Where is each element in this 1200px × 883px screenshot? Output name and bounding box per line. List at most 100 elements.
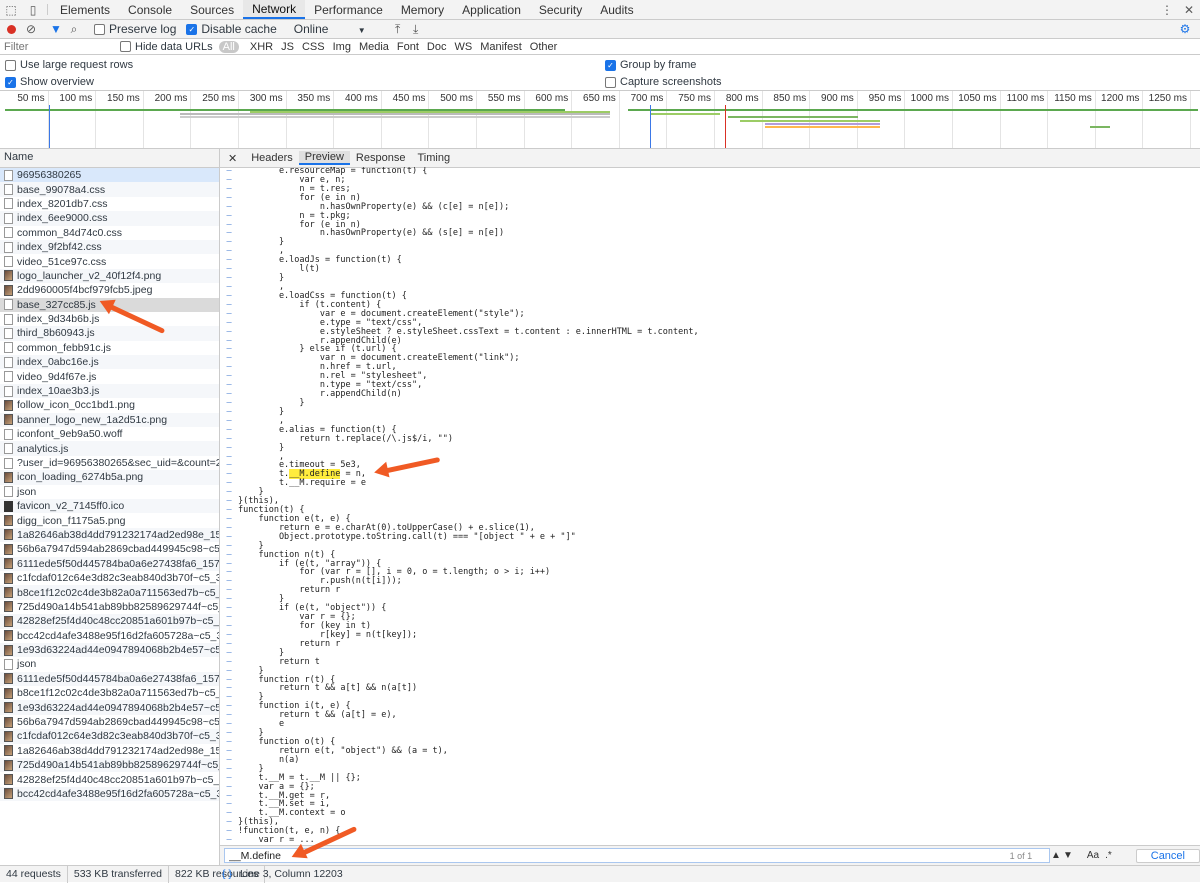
request-row[interactable]: json [0,485,219,499]
filter-input[interactable] [4,39,116,54]
filter-type-js[interactable]: JS [277,41,298,53]
request-row[interactable]: favicon_v2_7145ff0.ico [0,498,219,514]
checkbox-box[interactable] [605,76,616,88]
request-row[interactable]: 42828ef25f4d40c48cc20851a601b97b~c5_300x… [0,772,219,786]
filter-type-ws[interactable]: WS [450,41,476,53]
regex-button[interactable]: .* [1105,850,1112,861]
tab-preview[interactable]: Preview [298,151,350,165]
request-row[interactable]: follow_icon_0cc1bd1.png [0,398,219,412]
record-icon[interactable] [7,24,16,34]
filter-type-doc[interactable]: Doc [423,41,451,53]
settings-gear-icon[interactable]: ⚙ [1176,20,1194,38]
checkbox-box[interactable] [120,41,131,52]
tab-security[interactable]: Security [530,0,591,19]
search-input[interactable] [224,848,1050,863]
device-toolbar-icon[interactable]: ▯ [22,0,44,19]
request-row[interactable]: index_8201db7.css [0,197,219,211]
request-row[interactable]: 56b6a7947d594ab2869cbad449945c98~c5_300x… [0,542,219,556]
tab-console[interactable]: Console [119,0,181,19]
name-column-header[interactable]: Name [0,149,219,168]
tab-response[interactable]: Response [350,152,412,164]
request-row[interactable]: icon_loading_6274b5a.png [0,470,219,485]
filter-icon[interactable]: ▼ [47,20,65,38]
filter-type-font[interactable]: Font [393,41,423,53]
checkbox-box[interactable]: ✓ [5,76,16,88]
request-row[interactable]: 96956380265 [0,168,219,183]
disable-cache-checkbox[interactable]: ✓ Disable cache [186,22,277,36]
filter-type-other[interactable]: Other [526,41,562,53]
request-row[interactable]: ?user_id=96956380265&sec_uid=&count=21&m… [0,456,219,470]
response-code-view[interactable]: – e.resourceMap = function(t) {– var e, … [220,167,1200,843]
tab-elements[interactable]: Elements [51,0,119,19]
close-details-icon[interactable]: ✕ [220,152,245,165]
tab-application[interactable]: Application [453,0,530,19]
request-row[interactable]: 1e93d63224ad44e0947894068b2b4e57~c5_300x… [0,700,219,715]
request-row[interactable]: b8ce1f12c02c4de3b82a0a711563ed7b~c5_300x… [0,686,219,700]
close-icon[interactable]: ✕ [1178,0,1200,19]
request-row[interactable]: index_9f2bf42.css [0,239,219,255]
checkbox-box[interactable] [5,59,16,71]
timeline-overview[interactable]: 50 ms 100 ms 150 ms 200 ms 250 ms 300 ms 350 m… [0,91,1200,149]
group-by-frame-checkbox[interactable]: ✓ Group by frame [605,59,696,71]
request-row[interactable]: video_51ce97c.css [0,254,219,268]
preserve-log-checkbox[interactable]: Preserve log [94,22,176,36]
request-row[interactable]: 1e93d63224ad44e0947894068b2b4e57~c5_300x… [0,642,219,658]
checkbox-box[interactable]: ✓ [186,23,198,35]
tab-network[interactable]: Network [243,0,306,19]
request-row[interactable]: 2dd960005f4bcf979fcb5.jpeg [0,283,219,297]
tab-sources[interactable]: Sources [181,0,243,19]
filter-type-css[interactable]: CSS [298,41,329,53]
next-match-button[interactable]: ▼ [1063,850,1073,861]
request-row[interactable]: b8ce1f12c02c4de3b82a0a711563ed7b~c5_300x… [0,585,219,600]
request-row[interactable]: 1a82646ab38d4dd791232174ad2ed98e_1577156… [0,527,219,543]
inspect-element-icon[interactable]: ⬚ [0,0,22,19]
request-row[interactable]: video_9d4f67e.js [0,369,219,383]
request-row[interactable]: index_10ae3b3.js [0,383,219,399]
request-row[interactable]: c1fcdaf012c64e3d82c3eab840d3b70f~c5_300x… [0,729,219,744]
checkbox-box[interactable] [94,23,105,35]
request-row[interactable]: json [0,657,219,671]
request-row[interactable]: bcc42cd4afe3488e95f16d2fa605728a~c5_300x… [0,786,219,802]
large-rows-checkbox[interactable]: Use large request rows [5,59,133,71]
request-row[interactable]: index_9d34b6b.js [0,312,219,326]
filter-type-media[interactable]: Media [355,41,393,53]
export-har-icon[interactable]: ⤓ [407,20,425,38]
request-row[interactable]: digg_icon_f1175a5.png [0,513,219,527]
request-row[interactable]: logo_launcher_v2_40f12f4.png [0,268,219,284]
request-row[interactable]: 725d490a14b541ab89bb82589629744f~c5_300x… [0,758,219,773]
filter-type-all[interactable]: All [218,40,239,53]
request-row[interactable]: 6111ede5f50d445784ba0a6e27438fa6_1571659… [0,671,219,687]
tab-timing[interactable]: Timing [411,152,456,164]
filter-type-manifest[interactable]: Manifest [476,41,526,53]
request-row[interactable]: 6111ede5f50d445784ba0a6e27438fa6_1571659… [0,556,219,571]
capture-screenshots-checkbox[interactable]: Capture screenshots [605,76,722,88]
request-row[interactable]: third_8b60943.js [0,326,219,341]
search-icon[interactable]: ⌕ [65,20,83,38]
request-row[interactable]: common_febb91c.js [0,341,219,355]
tab-memory[interactable]: Memory [392,0,453,19]
request-row[interactable]: index_0abc16e.js [0,355,219,370]
clear-icon[interactable]: ⊘ [22,20,40,38]
request-row[interactable]: analytics.js [0,441,219,456]
request-row[interactable]: 56b6a7947d594ab2869cbad449945c98~c5_300x… [0,715,219,729]
filter-type-xhr[interactable]: XHR [246,41,277,53]
match-case-button[interactable]: Aa [1087,850,1099,861]
request-row[interactable]: 42828ef25f4d40c48cc20851a601b97b~c5_300x… [0,614,219,629]
cancel-search-button[interactable]: Cancel [1135,848,1200,863]
request-row[interactable]: common_84d74c0.css [0,226,219,240]
request-row[interactable]: banner_logo_new_1a2d51c.png [0,412,219,428]
tab-headers[interactable]: Headers [245,152,299,164]
request-row[interactable]: 725d490a14b541ab89bb82589629744f~c5_300x… [0,600,219,614]
show-overview-checkbox[interactable]: ✓ Show overview [5,76,94,88]
previous-match-button[interactable]: ▲ [1051,850,1061,861]
checkbox-box[interactable]: ✓ [605,59,616,71]
import-har-icon[interactable]: ⤒ [389,20,407,38]
request-row[interactable]: base_99078a4.css [0,182,219,197]
request-row[interactable]: index_6ee9000.css [0,211,219,226]
tab-performance[interactable]: Performance [305,0,392,19]
hide-data-urls-checkbox[interactable]: Hide data URLs [120,41,213,53]
request-row[interactable]: c1fcdaf012c64e3d82c3eab840d3b70f~c5_300x… [0,571,219,585]
request-row[interactable]: iconfont_9eb9a50.woff [0,427,219,441]
more-options-icon[interactable]: ⋮ [1156,0,1178,19]
pretty-print-icon[interactable]: { } [222,868,232,880]
